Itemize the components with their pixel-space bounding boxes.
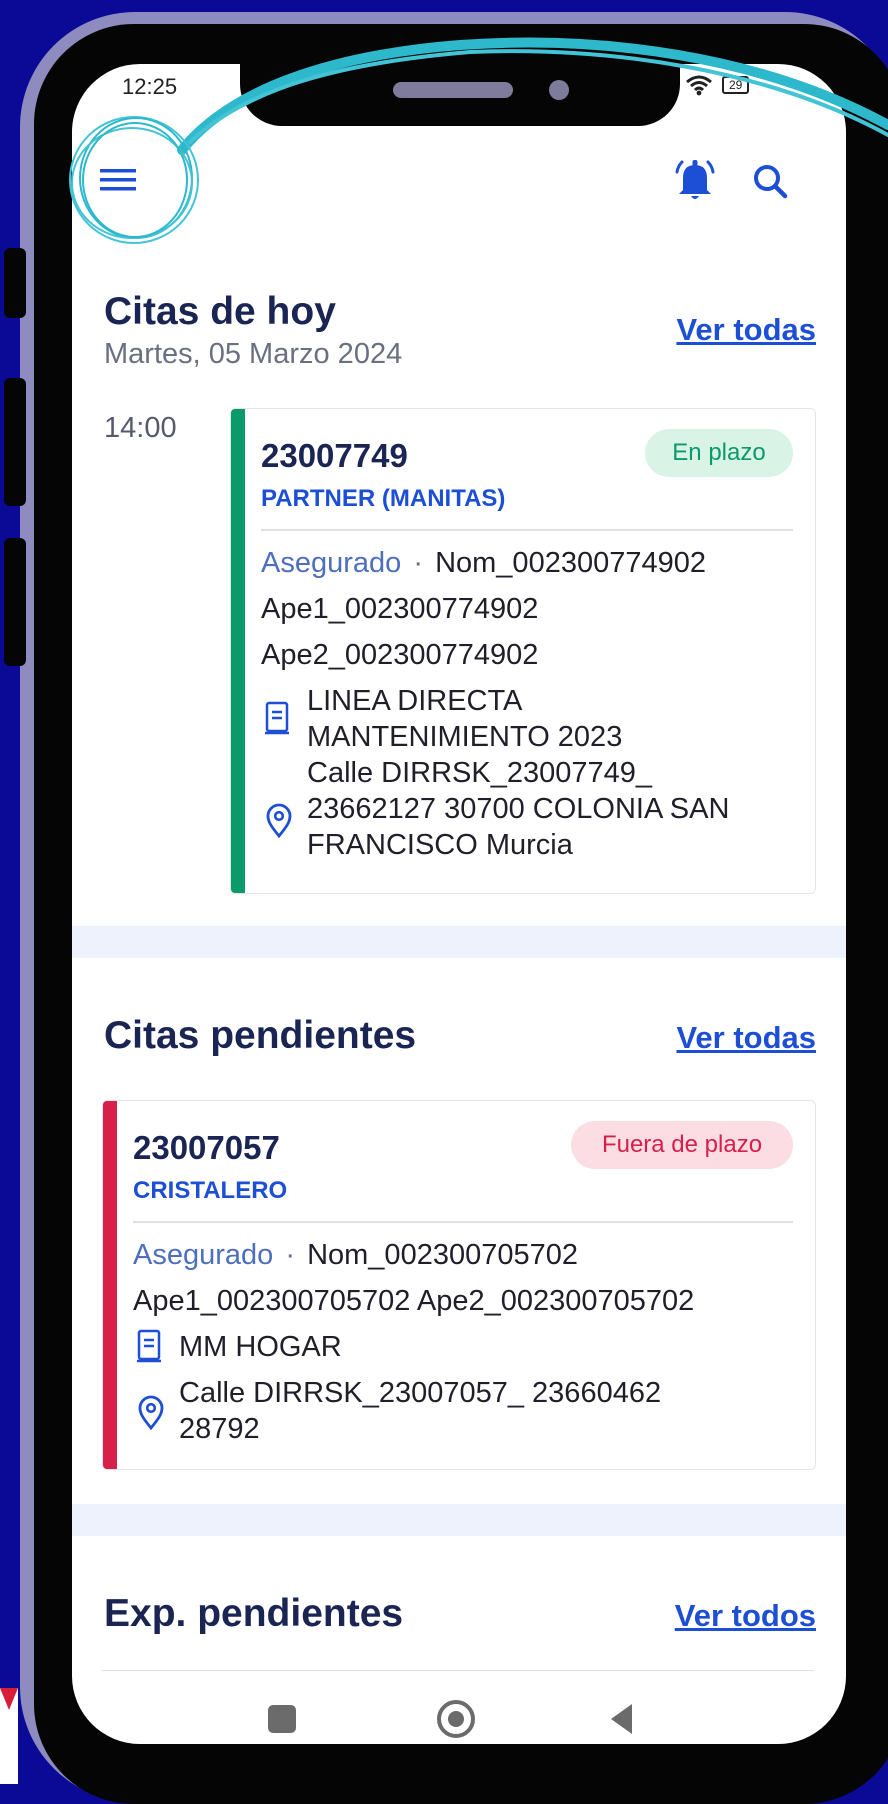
insured-name: Nom_002300705702 bbox=[307, 1239, 578, 1271]
status-badge: En plazo bbox=[645, 429, 793, 477]
appointment-time: 14:00 bbox=[104, 412, 177, 444]
files-section-title: Exp. pendientes bbox=[104, 1592, 404, 1635]
app-screen: 12:25 29 Citas de hoy Martes, 05 Marzo 2… bbox=[72, 64, 846, 1744]
side-button bbox=[4, 378, 26, 506]
insured-surname-2: Ape2_002300774902 bbox=[261, 639, 539, 671]
system-nav-bar bbox=[72, 1674, 846, 1744]
insured-line: Asegurado · Nom_002300705702 bbox=[133, 1239, 578, 1272]
card-divider bbox=[133, 1221, 793, 1223]
insured-name: Nom_002300774902 bbox=[435, 547, 706, 579]
today-appointment-card[interactable]: 23007749 PARTNER (MANITAS) En plazo Aseg… bbox=[230, 408, 816, 894]
policy-document-icon bbox=[265, 701, 289, 735]
location-pin-icon bbox=[266, 803, 292, 839]
pending-see-all-link[interactable]: Ver todas bbox=[676, 1020, 816, 1056]
corner-fragment bbox=[0, 1688, 18, 1710]
status-icons: 29 bbox=[670, 74, 750, 96]
battery-icon: 29 bbox=[722, 76, 750, 94]
today-section-title: Citas de hoy bbox=[104, 290, 336, 333]
appointment-trade: CRISTALERO bbox=[133, 1177, 288, 1204]
insured-surnames: Ape1_002300705702 Ape2_002300705702 bbox=[133, 1285, 695, 1317]
today-see-all-link[interactable]: Ver todas bbox=[676, 312, 816, 348]
wifi-icon bbox=[686, 75, 712, 96]
section-separator bbox=[72, 926, 846, 958]
status-stripe bbox=[231, 409, 245, 893]
home-dot bbox=[448, 1711, 464, 1727]
address-line-2: 23662127 30700 COLONIA SAN bbox=[307, 793, 730, 825]
home-button[interactable] bbox=[437, 1700, 475, 1738]
appointment-number: 23007057 bbox=[133, 1129, 280, 1166]
pending-section-title: Citas pendientes bbox=[104, 1014, 417, 1057]
policy-line-2: MANTENIMIENTO 2023 bbox=[307, 721, 623, 753]
menu-button[interactable] bbox=[92, 154, 146, 208]
hamburger-menu-icon bbox=[100, 169, 136, 191]
status-stripe bbox=[103, 1101, 117, 1469]
camera bbox=[549, 80, 569, 100]
side-button bbox=[4, 248, 26, 318]
policy-line-1: LINEA DIRECTA bbox=[307, 685, 523, 717]
insured-label: Asegurado bbox=[133, 1239, 274, 1271]
corner-fragment bbox=[0, 1688, 18, 1784]
speaker bbox=[393, 82, 513, 98]
bell-icon bbox=[675, 160, 715, 199]
policy-name: MM HOGAR bbox=[179, 1331, 342, 1363]
side-button bbox=[4, 538, 26, 666]
files-see-all-link[interactable]: Ver todos bbox=[675, 1598, 816, 1634]
back-button[interactable] bbox=[608, 1702, 636, 1736]
location-pin-icon bbox=[138, 1395, 164, 1431]
search-icon bbox=[754, 165, 788, 199]
separator-dot: · bbox=[285, 1239, 296, 1271]
insured-line: Asegurado · Nom_002300774902 bbox=[261, 547, 706, 580]
insured-label: Asegurado bbox=[261, 547, 402, 579]
address-line-1: Calle DIRRSK_23007057_ 23660462 bbox=[179, 1377, 662, 1409]
status-time: 12:25 bbox=[122, 74, 178, 99]
appointment-trade: PARTNER (MANITAS) bbox=[261, 485, 506, 512]
recent-apps-button[interactable] bbox=[268, 1705, 296, 1733]
today-date: Martes, 05 Marzo 2024 bbox=[104, 338, 403, 370]
address-line-1: Calle DIRRSK_23007749_ bbox=[307, 757, 652, 789]
list-divider bbox=[102, 1670, 814, 1671]
address-line-3: FRANCISCO Murcia bbox=[307, 829, 573, 861]
search-button[interactable] bbox=[746, 154, 796, 208]
card-divider bbox=[261, 529, 793, 531]
appointment-number: 23007749 bbox=[261, 437, 408, 474]
status-badge: Fuera de plazo bbox=[571, 1121, 793, 1169]
address-line-2: 28792 bbox=[179, 1413, 260, 1445]
notifications-button[interactable] bbox=[670, 154, 720, 208]
section-separator bbox=[72, 1504, 846, 1536]
insured-surname-1: Ape1_002300774902 bbox=[261, 593, 539, 625]
phone-notch bbox=[240, 64, 680, 126]
policy-document-icon bbox=[137, 1329, 161, 1363]
separator-dot: · bbox=[413, 547, 424, 579]
pending-appointment-card[interactable]: 23007057 CRISTALERO Fuera de plazo Asegu… bbox=[102, 1100, 816, 1470]
